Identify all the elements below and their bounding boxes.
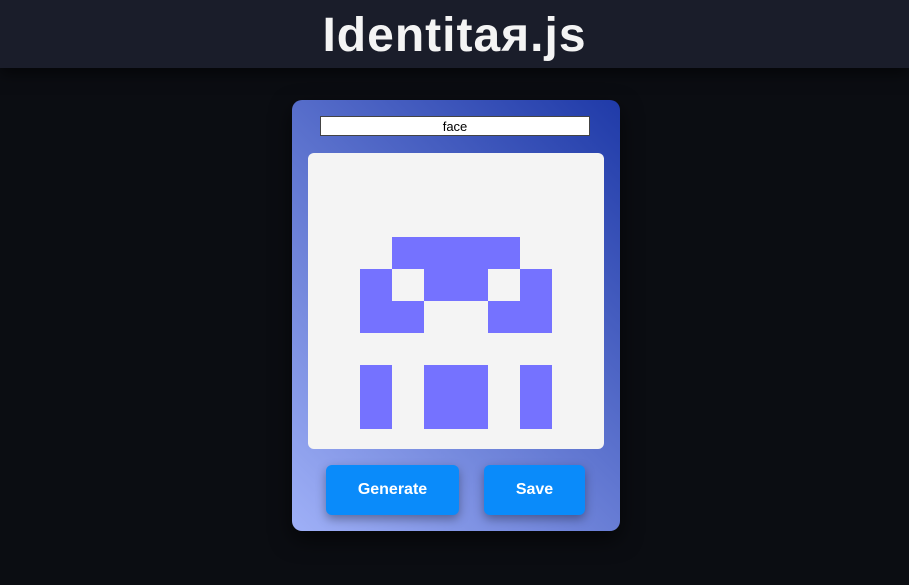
identicon-cell xyxy=(520,397,552,429)
generate-button[interactable]: Generate xyxy=(326,465,459,515)
identicon-cell xyxy=(360,397,392,429)
seed-input[interactable] xyxy=(320,116,590,136)
identicon-cell xyxy=(360,365,392,397)
identicon-cell xyxy=(424,397,456,429)
identicon-cell xyxy=(424,365,456,397)
identicon-cell xyxy=(456,397,488,429)
identicon-cell xyxy=(392,301,424,333)
identicon-cell xyxy=(456,365,488,397)
identicon-cell xyxy=(360,269,392,301)
identicon-cell xyxy=(360,301,392,333)
identicon-cell xyxy=(520,301,552,333)
identicon-cell xyxy=(424,269,456,301)
identicon-cell xyxy=(488,301,520,333)
identicon-cell xyxy=(424,237,456,269)
app-header: Identitaя.js xyxy=(0,0,909,68)
identicon-cell xyxy=(392,237,424,269)
identicon-cell xyxy=(520,365,552,397)
app-title: Identitaя.js xyxy=(322,9,587,62)
identicon-card: Generate Save xyxy=(292,100,620,531)
save-button[interactable]: Save xyxy=(484,465,585,515)
identicon-canvas xyxy=(308,153,604,449)
identicon-cell xyxy=(456,269,488,301)
identicon-cell xyxy=(520,269,552,301)
identicon-cell xyxy=(456,237,488,269)
identicon-cell xyxy=(488,237,520,269)
